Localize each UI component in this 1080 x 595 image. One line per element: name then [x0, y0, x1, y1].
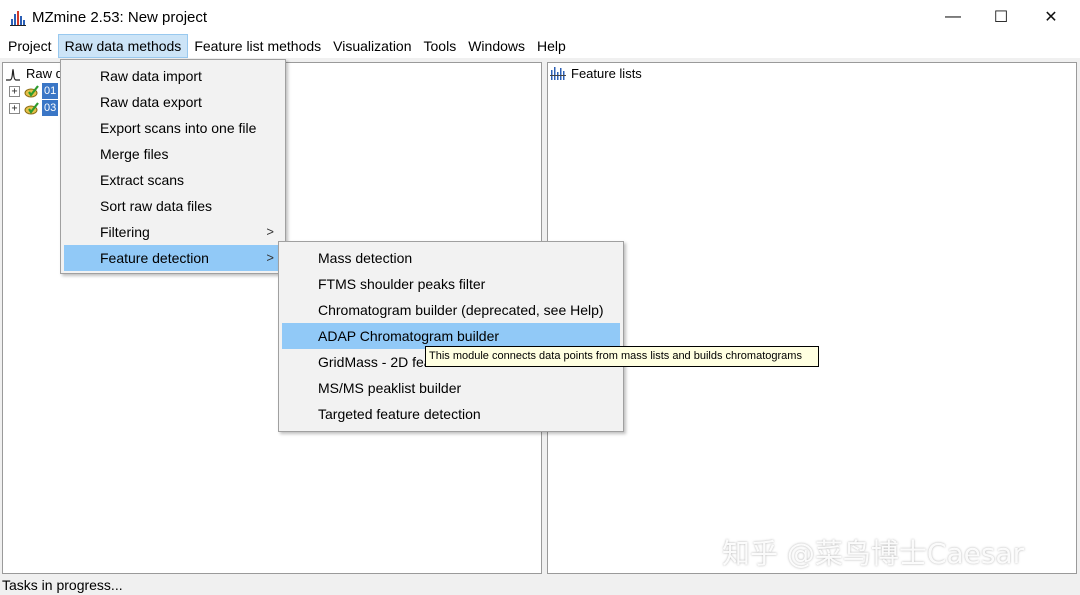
- tree-row-raw-file[interactable]: + 03: [9, 100, 59, 116]
- peak-icon: [6, 68, 20, 81]
- menu-help[interactable]: Help: [531, 34, 572, 58]
- mzmine-app-icon: [10, 11, 26, 26]
- submenu-arrow-icon: >: [266, 250, 274, 265]
- menu-raw-data-methods[interactable]: Raw data methods: [57, 34, 189, 58]
- raw-file-icon: [24, 85, 39, 98]
- close-button[interactable]: ✕: [1026, 0, 1076, 34]
- feature-lists-tree-root[interactable]: Feature lists: [550, 65, 642, 81]
- menu-feature-list-methods[interactable]: Feature list methods: [188, 34, 327, 58]
- menu-item-label: Mass detection: [318, 250, 413, 266]
- menu-item-sort-raw-data-files[interactable]: Sort raw data files: [64, 193, 282, 219]
- menu-item-label: Filtering: [100, 224, 150, 240]
- menu-item-label: Extract scans: [100, 172, 185, 188]
- feature-list-icon: [550, 67, 566, 80]
- menu-item-msms-peaklist-builder[interactable]: MS/MS peaklist builder: [282, 375, 620, 401]
- tooltip: This module connects data points from ma…: [425, 346, 819, 367]
- menu-windows[interactable]: Windows: [462, 34, 531, 58]
- feature-lists-panel[interactable]: Feature lists: [547, 62, 1077, 574]
- menu-item-label: MS/MS peaklist builder: [318, 380, 462, 396]
- menu-item-merge-files[interactable]: Merge files: [64, 141, 282, 167]
- tree-row-raw-file[interactable]: + 01: [9, 83, 59, 99]
- raw-file-label[interactable]: 01: [42, 83, 59, 99]
- menu-item-label: Merge files: [100, 146, 169, 162]
- menu-project[interactable]: Project: [2, 34, 58, 58]
- menu-tools[interactable]: Tools: [418, 34, 463, 58]
- menu-visualization[interactable]: Visualization: [327, 34, 417, 58]
- raw-data-methods-menu: Raw data import Raw data export Export s…: [60, 59, 286, 274]
- window-title: MZmine 2.53: New project: [32, 9, 208, 26]
- menu-item-label: Export scans into one file: [100, 120, 257, 136]
- menu-item-label: Feature detection: [100, 250, 209, 266]
- menu-item-targeted-feature-detection[interactable]: Targeted feature detection: [282, 401, 620, 427]
- menu-item-chromatogram-builder[interactable]: Chromatogram builder (deprecated, see He…: [282, 297, 620, 323]
- expand-icon[interactable]: +: [9, 102, 20, 114]
- feature-lists-header: Feature lists: [571, 65, 642, 81]
- menu-item-export-scans[interactable]: Export scans into one file: [64, 115, 282, 141]
- maximize-button[interactable]: ☐: [976, 0, 1026, 34]
- expand-icon[interactable]: +: [9, 85, 20, 97]
- raw-file-label[interactable]: 03: [42, 100, 59, 116]
- menu-bar: Project Raw data methods Feature list me…: [0, 34, 1080, 58]
- menu-item-extract-scans[interactable]: Extract scans: [64, 167, 282, 193]
- menu-item-label: ADAP Chromatogram builder: [318, 328, 500, 344]
- menu-item-label: FTMS shoulder peaks filter: [318, 276, 486, 292]
- menu-item-filtering[interactable]: Filtering >: [64, 219, 282, 245]
- menu-item-ftms-shoulder-peaks[interactable]: FTMS shoulder peaks filter: [282, 271, 620, 297]
- feature-detection-submenu: Mass detection FTMS shoulder peaks filte…: [278, 241, 624, 432]
- menu-item-label: Targeted feature detection: [318, 406, 481, 422]
- minimize-button[interactable]: —: [928, 0, 978, 34]
- menu-item-label: Raw data import: [100, 68, 202, 84]
- raw-file-icon: [24, 102, 39, 115]
- menu-item-feature-detection[interactable]: Feature detection >: [64, 245, 282, 271]
- menu-item-mass-detection[interactable]: Mass detection: [282, 245, 620, 271]
- menu-item-raw-data-export[interactable]: Raw data export: [64, 89, 282, 115]
- watermark: 知乎 @菜鸟博士Caesar: [722, 537, 1025, 570]
- menu-item-raw-data-import[interactable]: Raw data import: [64, 63, 282, 89]
- submenu-arrow-icon: >: [266, 224, 274, 239]
- title-bar: MZmine 2.53: New project — ☐ ✕: [0, 0, 1080, 34]
- menu-item-label: Sort raw data files: [100, 198, 213, 214]
- menu-item-label: Raw data export: [100, 94, 202, 110]
- status-bar: Tasks in progress...: [0, 576, 1080, 595]
- menu-item-label: Chromatogram builder (deprecated, see He…: [318, 302, 604, 318]
